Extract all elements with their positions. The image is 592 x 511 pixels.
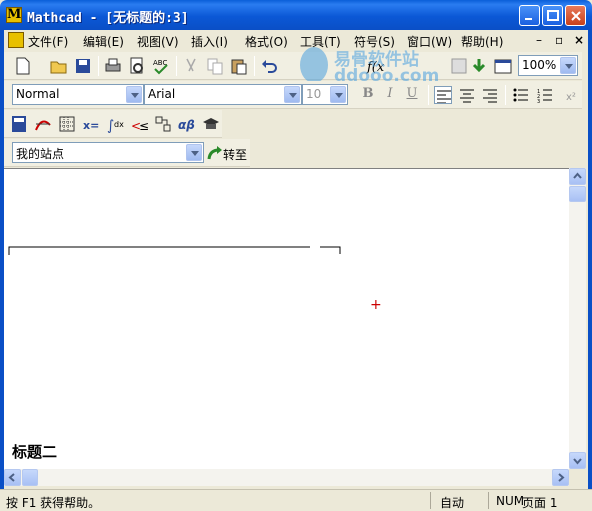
- programming-icon[interactable]: [154, 115, 172, 133]
- menu-format[interactable]: 格式(O): [245, 33, 288, 50]
- goto-arrow-icon[interactable]: [206, 144, 224, 162]
- site-value: 我的站点: [16, 147, 65, 161]
- print-preview-icon[interactable]: [128, 57, 146, 75]
- region-boundary: [8, 246, 341, 255]
- evaluation-icon[interactable]: x=: [82, 115, 100, 133]
- svg-text:≤: ≤: [139, 119, 148, 133]
- svg-text:x=: x=: [83, 119, 99, 132]
- standard-toolbar: ABC f(x) 100%: [4, 52, 582, 80]
- symbolic-icon[interactable]: [202, 115, 220, 133]
- horizontal-scrollbar[interactable]: [4, 469, 569, 486]
- status-page: 页面 1: [522, 496, 558, 510]
- font-value: Arial: [148, 87, 176, 101]
- copy-icon[interactable]: [206, 57, 224, 75]
- formatting-toolbar: Normal Arial 10 B I U 123 x²: [4, 81, 582, 109]
- menu-view[interactable]: 视图(V): [137, 33, 179, 50]
- document-heading[interactable]: 标题二: [12, 441, 57, 462]
- download-icon[interactable]: [470, 57, 488, 75]
- status-help-text: 按 F1 获得帮助。: [6, 496, 101, 510]
- window-title: Mathcad - [无标题的:3]: [27, 11, 189, 26]
- scroll-up-button[interactable]: [569, 168, 586, 185]
- mdi-minimize-icon[interactable]: –: [536, 33, 542, 47]
- chevron-down-icon[interactable]: [284, 86, 300, 103]
- status-num-lock: NUM: [496, 494, 525, 508]
- svg-text:dx: dx: [114, 120, 124, 129]
- mathcad-logo-icon: M: [6, 7, 22, 23]
- document-icon[interactable]: [8, 32, 24, 48]
- style-value: Normal: [16, 87, 60, 101]
- align-center-icon[interactable]: [458, 86, 476, 104]
- chevron-down-icon[interactable]: [186, 144, 202, 161]
- window-icon[interactable]: [494, 57, 512, 75]
- new-document-icon[interactable]: [14, 57, 32, 75]
- zoom-value: 100%: [522, 58, 557, 72]
- mdi-restore-icon[interactable]: ▫: [555, 33, 563, 47]
- menu-bar: 文件(F) 编辑(E) 视图(V) 插入(I) 格式(O) 工具(T) 符号(S…: [4, 30, 588, 51]
- scroll-thumb[interactable]: [569, 186, 586, 202]
- bullet-list-icon[interactable]: [512, 86, 530, 104]
- scroll-thumb-horizontal[interactable]: [22, 469, 38, 486]
- vertical-scrollbar[interactable]: [569, 168, 586, 469]
- font-select[interactable]: Arial: [144, 84, 302, 105]
- greek-icon[interactable]: αβ: [178, 115, 196, 133]
- maximize-button[interactable]: [542, 5, 563, 26]
- goto-button[interactable]: 转至: [223, 146, 247, 163]
- status-calc-mode: 自动: [440, 496, 465, 510]
- status-bar: 按 F1 获得帮助。 自动 NUM 页面 1: [0, 489, 592, 511]
- cut-icon[interactable]: [182, 57, 200, 75]
- svg-text:3: 3: [537, 99, 540, 104]
- menu-edit[interactable]: 编辑(E): [83, 33, 124, 50]
- site-select[interactable]: 我的站点: [12, 142, 204, 163]
- align-left-icon[interactable]: [434, 86, 452, 104]
- underline-button[interactable]: U: [402, 86, 422, 104]
- numbered-list-icon[interactable]: 123: [536, 86, 554, 104]
- calculus-icon[interactable]: ∫ dx: [106, 115, 124, 133]
- menu-file[interactable]: 文件(F): [28, 33, 68, 50]
- zoom-select[interactable]: 100%: [518, 55, 578, 76]
- crosshair-cursor: +: [370, 297, 382, 313]
- italic-button[interactable]: I: [380, 86, 400, 104]
- align-right-icon[interactable]: [481, 86, 499, 104]
- superscript-icon[interactable]: x²: [564, 86, 582, 104]
- chevron-down-icon[interactable]: [560, 57, 576, 74]
- graph-icon[interactable]: [34, 115, 52, 133]
- window-frame-right: [588, 30, 592, 511]
- worksheet[interactable]: + 标题二: [4, 168, 569, 469]
- math-toolbar: x= ∫ dx < ≤ αβ: [4, 110, 222, 138]
- scroll-down-button[interactable]: [569, 452, 586, 469]
- paste-icon[interactable]: [230, 57, 248, 75]
- scroll-right-button[interactable]: [552, 469, 569, 486]
- style-select[interactable]: Normal: [12, 84, 144, 105]
- print-icon[interactable]: [104, 57, 122, 75]
- close-button[interactable]: [565, 5, 586, 26]
- minimize-button[interactable]: [519, 5, 540, 26]
- boolean-icon[interactable]: <≤: [130, 115, 148, 133]
- undo-icon[interactable]: [260, 57, 278, 75]
- title-bar: M Mathcad - [无标题的:3]: [0, 0, 592, 30]
- resource-center-icon[interactable]: [450, 57, 468, 75]
- resources-toolbar: 我的站点 转至: [4, 139, 250, 167]
- watermark-logo-icon: [300, 47, 328, 83]
- calculator-icon[interactable]: [10, 115, 28, 133]
- menu-insert[interactable]: 插入(I): [191, 33, 228, 50]
- save-icon[interactable]: [74, 57, 92, 75]
- scroll-left-button[interactable]: [4, 469, 21, 486]
- menu-help[interactable]: 帮助(H): [461, 33, 503, 50]
- svg-text:x²: x²: [566, 92, 576, 103]
- chevron-down-icon[interactable]: [330, 86, 346, 103]
- bold-button[interactable]: B: [358, 86, 378, 104]
- font-size-select[interactable]: 10: [302, 84, 348, 105]
- mdi-close-icon[interactable]: ×: [574, 33, 584, 47]
- svg-text:αβ: αβ: [178, 118, 195, 132]
- matrix-icon[interactable]: [58, 115, 76, 133]
- spell-check-icon[interactable]: ABC: [152, 57, 170, 75]
- font-size-value: 10: [306, 87, 322, 101]
- open-folder-icon[interactable]: [50, 57, 68, 75]
- chevron-down-icon[interactable]: [126, 86, 142, 103]
